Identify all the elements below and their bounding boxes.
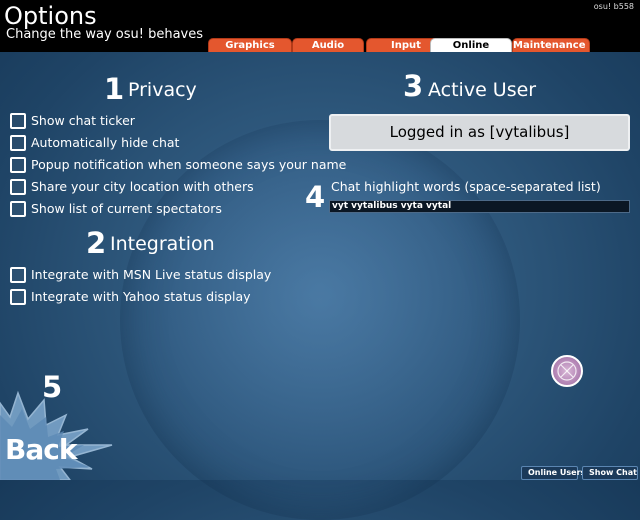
tab-graphics[interactable]: Graphics bbox=[208, 38, 292, 52]
privacy-number: 1 bbox=[104, 72, 125, 106]
checkbox[interactable] bbox=[10, 267, 26, 283]
osu-cursor-icon bbox=[551, 355, 583, 387]
option-label: Automatically hide chat bbox=[31, 135, 180, 150]
option-label: Share your city location with others bbox=[31, 179, 254, 194]
back-button[interactable]: Back bbox=[0, 375, 120, 480]
option-yahoo-integration[interactable]: Integrate with Yahoo status display bbox=[10, 288, 251, 306]
page-title: Options bbox=[4, 2, 97, 30]
highlight-label: Chat highlight words (space-separated li… bbox=[331, 179, 601, 194]
highlight-number: 4 bbox=[305, 180, 326, 214]
show-chat-button[interactable]: Show Chat bbox=[582, 466, 638, 480]
active-user-number: 3 bbox=[403, 69, 424, 103]
option-show-spectators[interactable]: Show list of current spectators bbox=[10, 200, 222, 218]
checkbox[interactable] bbox=[10, 113, 26, 129]
option-popup-notification[interactable]: Popup notification when someone says you… bbox=[10, 156, 346, 174]
integration-heading: Integration bbox=[110, 233, 215, 255]
version-label: osu! b558 bbox=[593, 2, 634, 11]
show-chat-label: Show Chat bbox=[589, 468, 637, 477]
page-subtitle: Change the way osu! behaves bbox=[6, 27, 204, 42]
privacy-heading: Privacy bbox=[128, 79, 197, 101]
logged-in-button[interactable]: Logged in as [vytalibus] bbox=[329, 114, 630, 151]
option-auto-hide-chat[interactable]: Automatically hide chat bbox=[10, 134, 179, 152]
option-share-city[interactable]: Share your city location with others bbox=[10, 178, 254, 196]
option-msn-integration[interactable]: Integrate with MSN Live status display bbox=[10, 266, 271, 284]
option-show-chat-ticker[interactable]: Show chat ticker bbox=[10, 112, 135, 130]
highlight-words-input[interactable]: vyt vytalibus vyta vytal bbox=[329, 200, 630, 213]
tab-maintenance[interactable]: Maintenance bbox=[512, 38, 590, 52]
option-label: Popup notification when someone says you… bbox=[31, 157, 347, 172]
option-label: Integrate with MSN Live status display bbox=[31, 267, 272, 282]
active-user-heading: Active User bbox=[428, 79, 537, 101]
checkbox[interactable] bbox=[10, 289, 26, 305]
checkbox[interactable] bbox=[10, 157, 26, 173]
option-label: Show list of current spectators bbox=[31, 201, 222, 216]
online-users-button[interactable]: Online Users bbox=[521, 466, 585, 480]
online-users-label: Online Users bbox=[528, 468, 586, 477]
header-bar: Options Change the way osu! behaves osu!… bbox=[0, 0, 640, 52]
checkbox[interactable] bbox=[10, 179, 26, 195]
integration-number: 2 bbox=[86, 226, 107, 260]
option-label: Integrate with Yahoo status display bbox=[31, 289, 251, 304]
checkbox[interactable] bbox=[10, 135, 26, 151]
tab-online[interactable]: Online bbox=[430, 38, 512, 52]
option-label: Show chat ticker bbox=[31, 113, 135, 128]
back-label: Back bbox=[5, 433, 77, 466]
checkbox[interactable] bbox=[10, 201, 26, 217]
tab-audio[interactable]: Audio bbox=[292, 38, 364, 52]
